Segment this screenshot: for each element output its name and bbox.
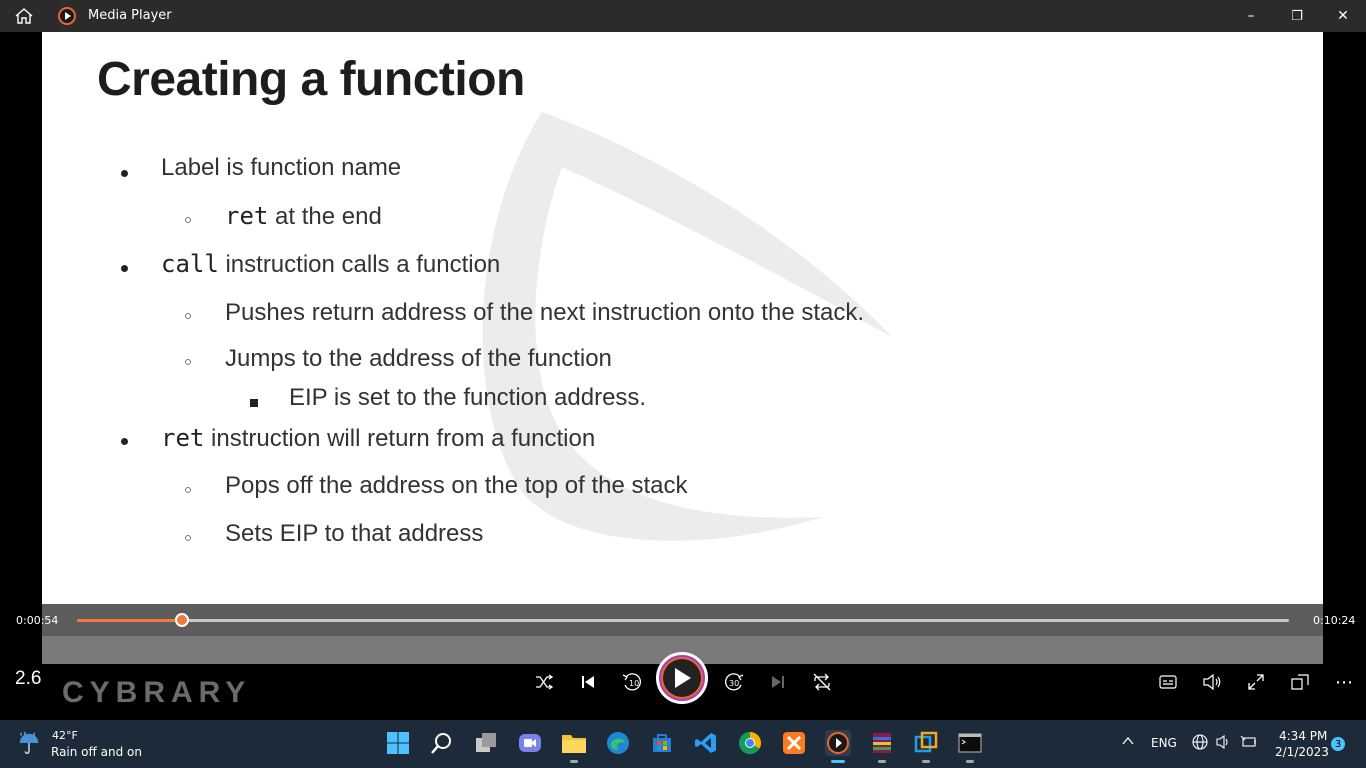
chrome-icon[interactable] bbox=[737, 730, 763, 756]
file-explorer-icon[interactable] bbox=[561, 730, 587, 763]
close-button[interactable]: ✕ bbox=[1320, 0, 1366, 32]
svg-text:30: 30 bbox=[729, 679, 739, 688]
repeat-off-icon[interactable] bbox=[808, 668, 836, 696]
bullet-jumps-to-address: Jumps to the address of the function bbox=[225, 345, 612, 372]
bullet-ret-at-end: ret at the end bbox=[225, 202, 382, 230]
sub-bullet-circle bbox=[185, 535, 191, 541]
slide-title: Creating a function bbox=[97, 53, 525, 106]
svg-text:10: 10 bbox=[629, 679, 639, 688]
weather-rain-icon[interactable] bbox=[16, 730, 42, 756]
seek-progress-fill bbox=[77, 619, 183, 622]
seek-slider[interactable] bbox=[77, 613, 1289, 627]
fullscreen-icon[interactable] bbox=[1242, 668, 1270, 696]
more-options-icon[interactable]: ⋯ bbox=[1330, 668, 1358, 696]
bullet-dot bbox=[121, 265, 128, 272]
clock-time[interactable]: 4:34 PM bbox=[1279, 729, 1327, 743]
network-globe-icon[interactable] bbox=[1192, 734, 1208, 753]
microsoft-store-icon[interactable] bbox=[649, 730, 675, 756]
xampp-icon[interactable] bbox=[781, 730, 807, 756]
cybrary-brand-logo: CYBRARY bbox=[62, 676, 252, 709]
running-indicator bbox=[922, 760, 930, 763]
terminal-icon[interactable] bbox=[957, 730, 983, 763]
captions-icon[interactable] bbox=[1154, 668, 1182, 696]
winrar-icon[interactable] bbox=[869, 730, 895, 763]
presentation-slide: Creating a function Label is function na… bbox=[42, 32, 1323, 604]
edge-browser-icon[interactable] bbox=[605, 730, 631, 756]
clock-date[interactable]: 2/1/2023 bbox=[1275, 745, 1329, 759]
mini-view-icon[interactable] bbox=[1286, 668, 1314, 696]
elapsed-time: 0:00:54 bbox=[16, 614, 59, 627]
sub-bullet-circle bbox=[185, 359, 191, 365]
previous-icon[interactable] bbox=[574, 668, 602, 696]
total-duration: 0:10:24 bbox=[1313, 614, 1356, 627]
chevron-up-icon[interactable] bbox=[1121, 734, 1135, 751]
sub-bullet-circle bbox=[185, 487, 191, 493]
restore-button[interactable]: ❐ bbox=[1274, 0, 1320, 32]
title-bar: Media Player – ❐ ✕ bbox=[0, 0, 1366, 32]
media-player-taskbar-icon[interactable] bbox=[825, 730, 851, 763]
sub-bullet-circle bbox=[185, 217, 191, 223]
bullet-dot bbox=[121, 438, 128, 445]
skip-back-10-icon[interactable]: 10 bbox=[618, 668, 646, 696]
bullet-ret-instruction: ret instruction will return from a funct… bbox=[161, 424, 596, 452]
start-windows-icon[interactable] bbox=[385, 730, 411, 756]
window-title: Media Player bbox=[88, 8, 172, 23]
shuffle-icon[interactable] bbox=[530, 668, 558, 696]
home-icon[interactable] bbox=[12, 7, 36, 25]
playback-controls: 2.6 CYBRARY 10 30 ⋯ bbox=[0, 652, 1366, 720]
next-icon[interactable] bbox=[764, 668, 792, 696]
running-indicator bbox=[878, 760, 886, 763]
letterbox-left bbox=[0, 604, 42, 664]
weather-temperature[interactable]: 42°F bbox=[52, 729, 78, 742]
input-language[interactable]: ENG bbox=[1151, 736, 1177, 750]
task-view-icon[interactable] bbox=[473, 730, 499, 756]
video-area[interactable]: Creating a function Label is function na… bbox=[0, 32, 1366, 604]
search-icon[interactable] bbox=[429, 730, 455, 756]
bullet-label-function-name: Label is function name bbox=[161, 154, 402, 181]
vscode-icon[interactable] bbox=[693, 730, 719, 756]
skip-forward-30-icon[interactable]: 30 bbox=[720, 668, 748, 696]
running-indicator bbox=[966, 760, 974, 763]
bullet-pushes-return-address: Pushes return address of the next instru… bbox=[225, 299, 865, 326]
playback-speed[interactable]: 2.6 bbox=[15, 668, 41, 690]
bullet-eip-set: EIP is set to the function address. bbox=[289, 384, 647, 411]
volume-icon[interactable] bbox=[1198, 668, 1226, 696]
bullet-pops-off-address: Pops off the address on the top of the s… bbox=[225, 472, 688, 499]
battery-plug-icon[interactable] bbox=[1240, 734, 1258, 753]
sub-bullet-circle bbox=[185, 313, 191, 319]
bullet-dot bbox=[121, 170, 128, 177]
taskbar: 42°F Rain off and on ENG 4:34 PM 2/1/202… bbox=[0, 720, 1366, 768]
letterbox-right bbox=[1323, 604, 1366, 664]
minimize-button[interactable]: – bbox=[1228, 0, 1274, 32]
play-button[interactable] bbox=[656, 652, 708, 704]
teams-chat-icon[interactable] bbox=[517, 730, 543, 756]
running-indicator bbox=[570, 760, 578, 763]
media-player-app-icon bbox=[58, 7, 76, 25]
bullet-sets-eip: Sets EIP to that address bbox=[225, 520, 484, 547]
active-indicator bbox=[831, 760, 845, 763]
vmware-icon[interactable] bbox=[913, 730, 939, 763]
speaker-icon[interactable] bbox=[1215, 734, 1231, 753]
sub-sub-bullet-square bbox=[250, 399, 258, 407]
notification-badge[interactable]: 3 bbox=[1331, 737, 1345, 751]
weather-description[interactable]: Rain off and on bbox=[51, 745, 142, 759]
bullet-call-instruction: call instruction calls a function bbox=[161, 250, 501, 278]
